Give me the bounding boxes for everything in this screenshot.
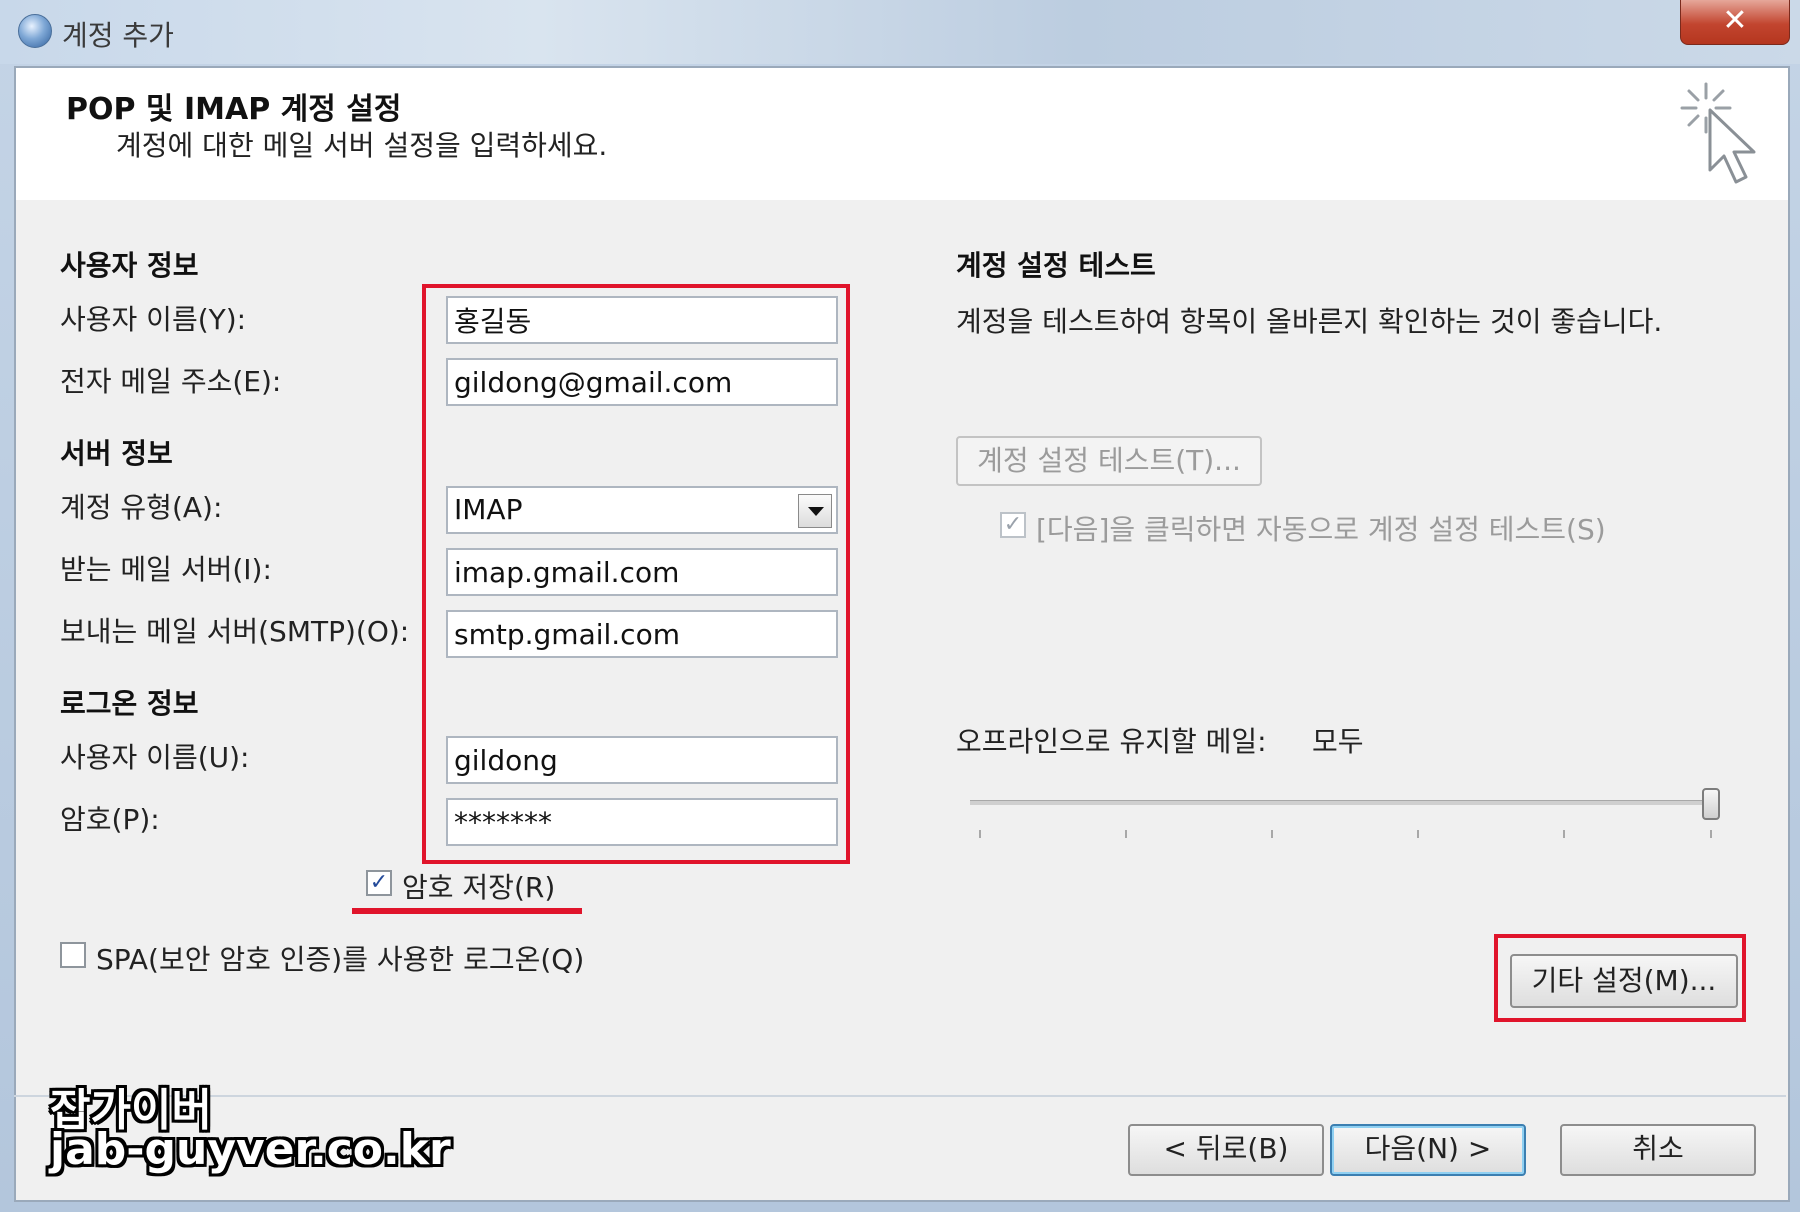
auto-test-label[interactable]: [다음]을 클릭하면 자동으로 계정 설정 테스트(S) [1036, 508, 1606, 548]
dialog-window: 계정 추가 ✕ POP 및 IMAP 계정 설정 계정에 대한 메일 서버 설정… [0, 0, 1800, 1212]
window-title: 계정 추가 [62, 19, 174, 52]
close-button[interactable]: ✕ [1680, 0, 1790, 45]
spa-label[interactable]: SPA(보안 암호 인증)를 사용한 로그온(Q) [96, 938, 584, 978]
next-button[interactable]: 다음(N) > [1330, 1124, 1526, 1176]
offline-mail-label: 오프라인으로 유지할 메일: [956, 725, 1267, 758]
offline-mail-slider-track[interactable] [970, 800, 1716, 805]
remember-password-checkbox[interactable]: ✓ [366, 870, 392, 896]
back-button[interactable]: < 뒤로(B) [1128, 1124, 1324, 1176]
test-settings-description: 계정을 테스트하여 항목이 올바른지 확인하는 것이 좋습니다. [956, 305, 1663, 338]
watermark-url: jab-guyver.co.kr [50, 1124, 451, 1175]
title-bar[interactable]: 계정 추가 ✕ [0, 0, 1800, 64]
logon-info-heading: 로그온 정보 [60, 687, 199, 720]
password-label: 암호(P): [60, 803, 160, 836]
slider-tick [1417, 830, 1419, 838]
auto-test-checkbox[interactable]: ✓ [1000, 512, 1026, 538]
offline-mail-value: 모두 [1312, 725, 1364, 758]
remember-password-underline [352, 908, 582, 914]
test-settings-heading: 계정 설정 테스트 [956, 249, 1156, 282]
cursor-sparkle-icon [1680, 82, 1756, 184]
header-panel: POP 및 IMAP 계정 설정 계정에 대한 메일 서버 설정을 입력하세요. [14, 66, 1790, 204]
page-title: POP 및 IMAP 계정 설정 [66, 92, 402, 127]
slider-tick [1125, 830, 1127, 838]
user-info-heading: 사용자 정보 [60, 249, 199, 282]
more-settings-highlight-box [1494, 934, 1746, 1022]
slider-tick [979, 830, 981, 838]
incoming-server-label: 받는 메일 서버(I): [60, 553, 272, 586]
outgoing-server-label: 보내는 메일 서버(SMTP)(O): [60, 615, 410, 648]
test-account-button[interactable]: 계정 설정 테스트(T)... [956, 436, 1262, 486]
slider-tick [1271, 830, 1273, 838]
outlook-app-icon [18, 14, 52, 48]
fields-highlight-box [422, 284, 850, 864]
logon-username-label: 사용자 이름(U): [60, 741, 250, 774]
email-label: 전자 메일 주소(E): [60, 365, 282, 398]
slider-tick [1710, 830, 1712, 838]
spa-checkbox[interactable] [60, 942, 86, 968]
offline-mail-slider-thumb[interactable] [1702, 788, 1720, 820]
user-name-label: 사용자 이름(Y): [60, 303, 247, 336]
account-type-label: 계정 유형(A): [60, 491, 223, 524]
remember-password-label[interactable]: 암호 저장(R) [402, 866, 555, 906]
cancel-button[interactable]: 취소 [1560, 1124, 1756, 1176]
slider-tick [1563, 830, 1565, 838]
page-subtitle: 계정에 대한 메일 서버 설정을 입력하세요. [116, 129, 608, 162]
server-info-heading: 서버 정보 [60, 437, 173, 470]
